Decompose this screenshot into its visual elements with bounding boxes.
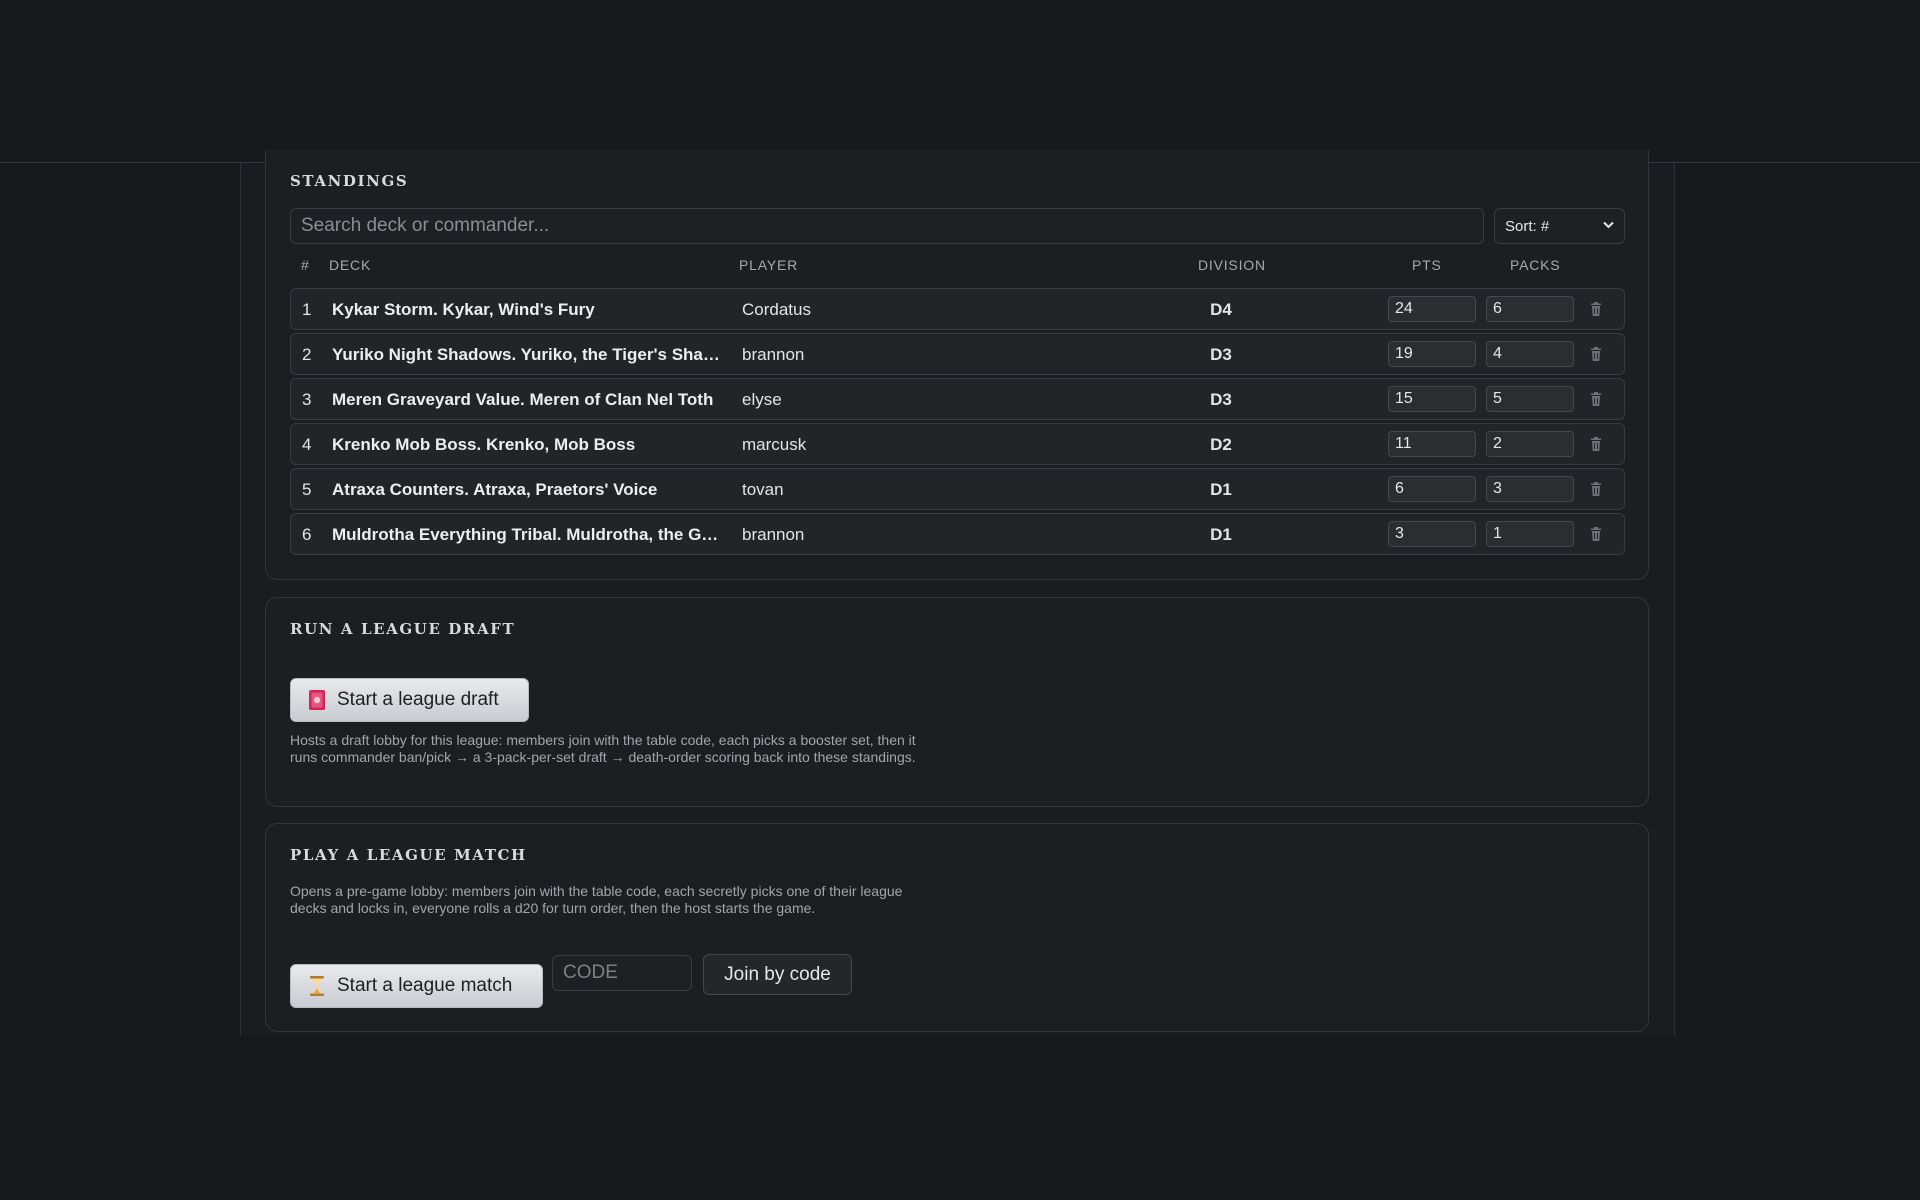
search-input[interactable] xyxy=(290,208,1484,244)
pts-input[interactable]: 11 xyxy=(1388,431,1476,457)
row-deck: Kykar Storm. Kykar, Wind's Fury xyxy=(332,300,595,319)
header-packs: PACKS xyxy=(1510,257,1561,273)
start-league-match-label: Start a league match xyxy=(337,975,513,996)
header-division: DIVISION xyxy=(1198,257,1266,273)
sort-label: Sort: # xyxy=(1505,217,1550,235)
row-division: D4 xyxy=(1210,300,1232,319)
row-rank: 5 xyxy=(302,480,312,499)
table-row: 3 Meren Graveyard Value. Meren of Clan N… xyxy=(290,378,1625,420)
row-division: D2 xyxy=(1210,435,1232,454)
row-division: D1 xyxy=(1210,525,1232,544)
league-draft-panel: RUN A LEAGUE DRAFT Start a league draft … xyxy=(265,597,1649,807)
table-header: # DECK PLAYER DIVISION PTS PACKS xyxy=(290,255,1625,275)
trash-icon[interactable] xyxy=(1588,526,1604,542)
pts-input[interactable]: 6 xyxy=(1388,476,1476,502)
top-bar xyxy=(0,0,1920,163)
header-rank: # xyxy=(301,257,310,273)
pts-input[interactable]: 24 xyxy=(1388,296,1476,322)
row-player: elyse xyxy=(742,390,782,409)
match-description: Opens a pre-game lobby: members join wit… xyxy=(290,883,903,916)
row-player: brannon xyxy=(742,345,805,364)
packs-input[interactable]: 4 xyxy=(1486,341,1574,367)
code-input[interactable] xyxy=(552,955,692,991)
row-rank: 6 xyxy=(302,525,312,544)
packs-input[interactable]: 1 xyxy=(1486,521,1574,547)
start-league-match-button[interactable]: Start a league match xyxy=(290,964,543,1008)
join-by-code-button[interactable]: Join by code xyxy=(703,954,852,995)
row-deck: Meren Graveyard Value. Meren of Clan Nel… xyxy=(332,390,714,409)
row-rank: 3 xyxy=(302,390,312,409)
row-player: marcusk xyxy=(742,435,807,454)
row-division: D3 xyxy=(1210,345,1232,364)
row-player: brannon xyxy=(742,525,805,544)
table-row: 4 Krenko Mob Boss. Krenko, Mob Boss marc… xyxy=(290,423,1625,465)
header-pts: PTS xyxy=(1412,257,1442,273)
row-rank: 4 xyxy=(302,435,312,454)
trash-icon[interactable] xyxy=(1588,391,1604,407)
playing-card-icon xyxy=(309,690,325,710)
trash-icon[interactable] xyxy=(1588,436,1604,452)
row-deck: Krenko Mob Boss. Krenko, Mob Boss xyxy=(332,435,636,454)
row-deck: Muldrotha Everything Tribal. Muldrotha, … xyxy=(332,525,724,544)
sort-select[interactable]: Sort: # xyxy=(1494,208,1625,244)
row-deck: Yuriko Night Shadows. Yuriko, the Tiger'… xyxy=(332,345,724,364)
packs-input[interactable]: 2 xyxy=(1486,431,1574,457)
row-player: tovan xyxy=(742,480,784,499)
start-league-draft-label: Start a league draft xyxy=(337,689,499,710)
row-division: D1 xyxy=(1210,480,1232,499)
draft-title: RUN A LEAGUE DRAFT xyxy=(290,620,516,638)
header-deck: DECK xyxy=(329,257,372,273)
row-deck: Atraxa Counters. Atraxa, Praetors' Voice xyxy=(332,480,658,499)
standings-panel: STANDINGS Sort: # # DECK PLAYER DIVISION… xyxy=(265,150,1649,580)
hourglass-icon xyxy=(310,976,324,996)
match-title: PLAY A LEAGUE MATCH xyxy=(290,846,527,864)
row-division: D3 xyxy=(1210,390,1232,409)
table-row: 6 Muldrotha Everything Tribal. Muldrotha… xyxy=(290,513,1625,555)
trash-icon[interactable] xyxy=(1588,346,1604,362)
pts-input[interactable]: 3 xyxy=(1388,521,1476,547)
table-row: 5 Atraxa Counters. Atraxa, Praetors' Voi… xyxy=(290,468,1625,510)
start-league-draft-button[interactable]: Start a league draft xyxy=(290,678,529,722)
chevron-down-icon xyxy=(1603,220,1614,232)
packs-input[interactable]: 6 xyxy=(1486,296,1574,322)
league-match-panel: PLAY A LEAGUE MATCH Opens a pre-game lob… xyxy=(265,823,1649,1032)
packs-input[interactable]: 3 xyxy=(1486,476,1574,502)
draft-description: Hosts a draft lobby for this league: mem… xyxy=(290,732,916,765)
trash-icon[interactable] xyxy=(1588,301,1604,317)
trash-icon[interactable] xyxy=(1588,481,1604,497)
pts-input[interactable]: 15 xyxy=(1388,386,1476,412)
row-player: Cordatus xyxy=(742,300,811,319)
row-rank: 1 xyxy=(302,300,312,319)
packs-input[interactable]: 5 xyxy=(1486,386,1574,412)
row-rank: 2 xyxy=(302,345,312,364)
table-row: 1 Kykar Storm. Kykar, Wind's Fury Cordat… xyxy=(290,288,1625,330)
pts-input[interactable]: 19 xyxy=(1388,341,1476,367)
table-row: 2 Yuriko Night Shadows. Yuriko, the Tige… xyxy=(290,333,1625,375)
standings-title: STANDINGS xyxy=(290,172,409,190)
header-player: PLAYER xyxy=(739,257,799,273)
